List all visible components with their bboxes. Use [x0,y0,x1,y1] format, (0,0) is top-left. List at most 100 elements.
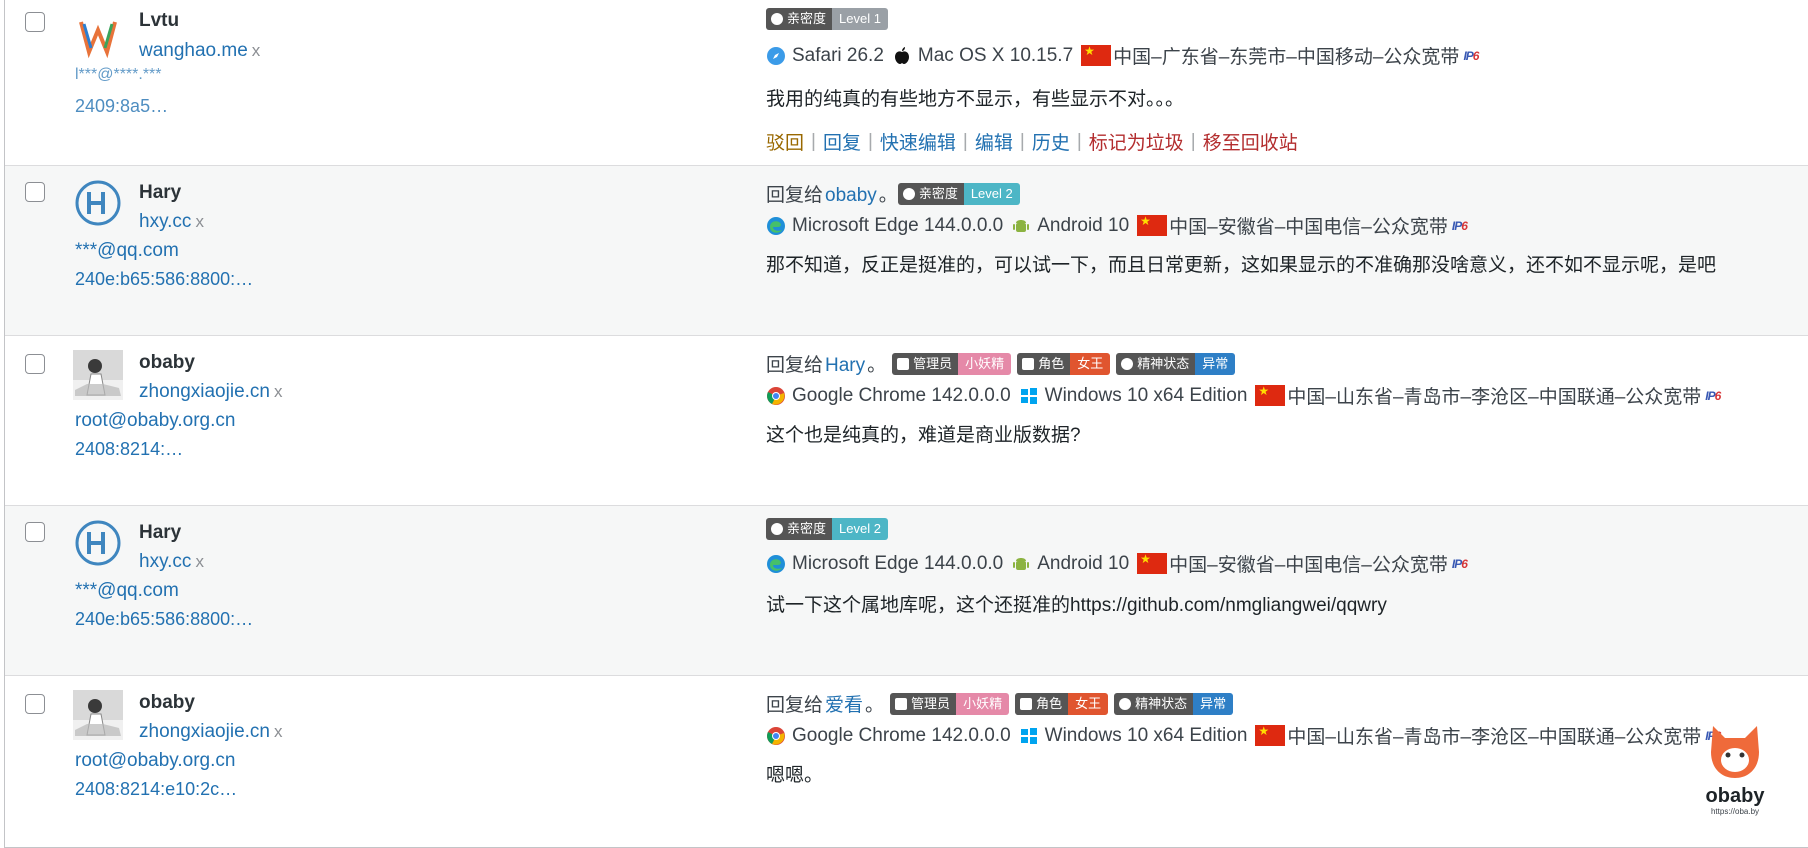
reply-to-link[interactable]: obaby [825,185,877,206]
author-ip[interactable]: 240e:b65:586:8800:… [75,269,305,290]
quick-edit-link[interactable]: 快速编辑 [880,128,956,155]
os-info: Windows 10 x64 Edition [1019,725,1247,747]
windows-icon [1020,727,1037,744]
ip-location: 中国–安徽省–中国电信–公众宽带 [1169,555,1448,576]
comments-list: Lvtu wanghao.me x l***@****.*** 2409:8a5…… [4,0,1808,848]
ua-line: Google Chrome 142.0.0.0 Windows 10 x64 E… [766,722,1721,749]
author-site[interactable]: wanghao.me x [139,40,260,62]
reply-link[interactable]: 回复 [823,128,861,155]
remove-site-button[interactable]: x [274,722,283,741]
author-site-link[interactable]: hxy.cc [139,211,191,232]
comment-text: 我用的纯真的有些地方不显示，有些显示不对。。。 [766,89,1185,110]
ua-line: Microsoft Edge 144.0.0.0 Android 10 中国–安… [766,212,1468,239]
role-badge: 角色 女王 [1017,352,1111,375]
china-flag-icon [1137,214,1168,236]
mental-state-badge: 精神状态 异常 [1116,352,1236,375]
remove-site-button[interactable]: x [252,41,261,60]
ua-line: Google Chrome 142.0.0.0 Windows 10 x64 E… [766,382,1721,409]
author-name[interactable]: Lvtu [139,10,179,32]
badge-line: 亲密度 Level 1 [766,8,894,30]
cat-logo-icon [1711,726,1759,778]
comment-row: Hary hxy.cc x ***@qq.com 240e:b65:586:880… [5,506,1808,676]
reply-to-link[interactable]: Hary [825,355,865,376]
comment-row: Lvtu wanghao.me x l***@****.*** 2409:8a5…… [5,0,1808,166]
watermark-brand: obaby [1705,785,1765,807]
history-link[interactable]: 历史 [1032,128,1070,155]
author-site-link[interactable]: zhongxiaojie.cn [139,381,270,402]
row-checkbox[interactable] [25,12,45,32]
author-avatar [75,520,121,566]
remove-site-button[interactable]: x [195,212,204,231]
browser-info: Google Chrome 142.0.0.0 [766,725,1011,747]
author-email[interactable]: ***@qq.com [75,580,179,602]
intimacy-badge: 亲密度 Level 2 [766,518,888,540]
author-ip[interactable]: 2408:8214:… [75,439,405,460]
comment-text: 嗯嗯。 [766,765,824,786]
comment-row: obaby zhongxiaojie.cn x root@obaby.org.cn… [5,336,1808,506]
author-ip[interactable]: 2409:8a5… [75,96,425,117]
author-site-link[interactable]: hxy.cc [139,551,191,572]
spam-link[interactable]: 标记为垃圾 [1089,128,1184,155]
reply-to-link[interactable]: 爱看 [825,695,863,716]
author-avatar [73,690,123,740]
android-icon [1013,557,1030,570]
role-icon [1020,697,1033,710]
heart-icon [1119,697,1132,710]
ip-location: 中国–广东省–东莞市–中国移动–公众宽带 [1113,47,1460,68]
author-name[interactable]: Hary [139,182,181,204]
author-name[interactable]: obaby [139,352,195,374]
heart-icon [1121,357,1134,370]
ipv6-icon: IP6 [1705,388,1721,403]
author-name[interactable]: obaby [139,692,195,714]
row-checkbox[interactable] [25,694,45,714]
author-email[interactable]: root@obaby.org.cn [75,410,235,432]
trash-link[interactable]: 移至回收站 [1203,128,1298,155]
os-info: Mac OS X 10.15.7 [892,45,1073,67]
author-site[interactable]: hxy.cc x [139,211,204,233]
author-email[interactable]: l***@****.*** [75,66,162,84]
heart-icon [771,13,783,25]
remove-site-button[interactable]: x [195,552,204,571]
author-name[interactable]: Hary [139,522,181,544]
author-email[interactable]: root@obaby.org.cn [75,750,235,772]
badge-line: 回复给 Hary。 管理员 小妖精 角色 女王 精神状态 异常 [766,350,1241,377]
ipv6-icon: IP6 [1451,218,1468,233]
author-avatar [73,350,123,400]
author-site-link[interactable]: wanghao.me [139,40,248,61]
android-icon [1013,219,1030,232]
author-site[interactable]: hxy.cc x [139,551,204,573]
watermark-url: https://oba.by [1710,807,1760,816]
browser-info: Safari 26.2 [766,45,884,67]
admin-badge: 管理员 小妖精 [892,352,1012,375]
remove-site-button[interactable]: x [274,382,283,401]
row-checkbox[interactable] [25,354,45,374]
edit-link[interactable]: 编辑 [975,128,1013,155]
ua-line: Microsoft Edge 144.0.0.0 Android 10 中国–安… [766,550,1468,577]
intimacy-badge: 亲密度 Level 2 [897,182,1020,205]
china-flag-icon [1255,724,1286,746]
row-checkbox[interactable] [25,182,45,202]
safari-icon [767,46,785,65]
terminal-icon [895,697,908,710]
reply-to: 回复给 Hary。 [766,355,887,376]
row-checkbox[interactable] [25,522,45,542]
china-flag-icon [1137,552,1168,574]
os-info: Android 10 [1011,553,1129,575]
apple-icon [894,46,909,64]
author-email[interactable]: ***@qq.com [75,240,179,262]
comment-row: Hary hxy.cc x ***@qq.com 240e:b65:586:880… [5,166,1808,336]
obaby-watermark: obaby https://oba.by [1698,722,1772,816]
comment-row: obaby zhongxiaojie.cn x root@obaby.org.cn… [5,676,1808,848]
author-site[interactable]: zhongxiaojie.cn x [139,721,282,743]
author-site-link[interactable]: zhongxiaojie.cn [139,721,270,742]
author-avatar [75,180,121,226]
author-site[interactable]: zhongxiaojie.cn x [139,381,282,403]
badge-line: 亲密度 Level 2 [766,518,894,540]
unapprove-link[interactable]: 驳回 [766,128,804,155]
author-avatar [79,21,117,59]
author-ip[interactable]: 240e:b65:586:8800:… [75,609,305,630]
browser-info: Microsoft Edge 144.0.0.0 [766,215,1003,237]
mental-state-badge: 精神状态 异常 [1114,692,1234,715]
author-ip[interactable]: 2408:8214:e10:2c… [75,779,405,800]
admin-badge: 管理员 小妖精 [890,692,1010,715]
